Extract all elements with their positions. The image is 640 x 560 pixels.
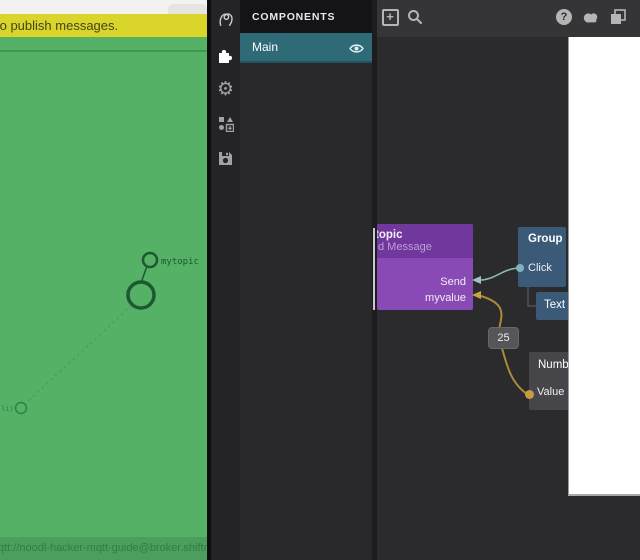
windows-icon[interactable] [609, 8, 627, 26]
wire-value-badge: 25 [488, 327, 519, 349]
connection-dashed-line [28, 305, 132, 401]
cloud-icon[interactable] [582, 8, 600, 26]
value-port-dot[interactable] [525, 390, 534, 399]
panel-resize-handle[interactable] [373, 228, 375, 310]
broker-url-bar: qtt://noodl-hacker-mqtt-guide@broker.shi… [0, 537, 207, 560]
wire-click-to-send [480, 268, 520, 280]
green-divider-line [0, 50, 207, 52]
search-icon[interactable] [406, 8, 424, 26]
component-item-label: Main [240, 40, 278, 54]
browser-tab-edge [168, 4, 207, 14]
mqtt-graph-view: mytopic li) [0, 37, 207, 537]
components-panel: COMPONENTS Main [240, 0, 372, 560]
eye-icon[interactable] [349, 41, 364, 59]
node-editor-toolbar: + ? [377, 0, 640, 38]
components-panel-title: COMPONENTS [240, 0, 372, 23]
components-tab-icon[interactable] [211, 43, 240, 67]
client-node-label: li) [1, 405, 14, 413]
myvalue-input-arrow[interactable] [472, 291, 481, 299]
help-icon[interactable]: ? [555, 8, 573, 26]
browser-preview-region: to publish messages. mytopic li) qtt://n… [0, 0, 207, 560]
notice-banner: to publish messages. [0, 14, 207, 37]
save-icon[interactable] [211, 146, 240, 170]
broker-url-text: qtt://noodl-hacker-mqtt-guide@broker.shi… [0, 537, 207, 560]
notice-banner-text: to publish messages. [0, 14, 118, 37]
browser-top-bar [0, 0, 207, 14]
add-node-icon[interactable]: + [381, 8, 399, 26]
settings-icon[interactable]: ⚙ [211, 77, 240, 101]
components-panel-header: COMPONENTS [240, 0, 372, 33]
component-item-main[interactable]: Main [240, 33, 372, 63]
app-sidebar: ⚙ [211, 0, 240, 560]
broker-node-circle [128, 282, 154, 308]
mqtt-topology-graphic: mytopic li) [0, 37, 207, 537]
topic-node-circle [143, 253, 157, 267]
deploy-icon[interactable] [211, 112, 240, 136]
preview-overlay-panel [568, 37, 640, 496]
noodl-logo-icon [211, 7, 240, 31]
topic-node-label: mytopic [161, 257, 199, 267]
group-child-connector [528, 287, 537, 306]
client-node-circle [16, 403, 27, 414]
click-port-dot[interactable] [516, 264, 524, 272]
send-input-arrow[interactable] [472, 276, 481, 284]
